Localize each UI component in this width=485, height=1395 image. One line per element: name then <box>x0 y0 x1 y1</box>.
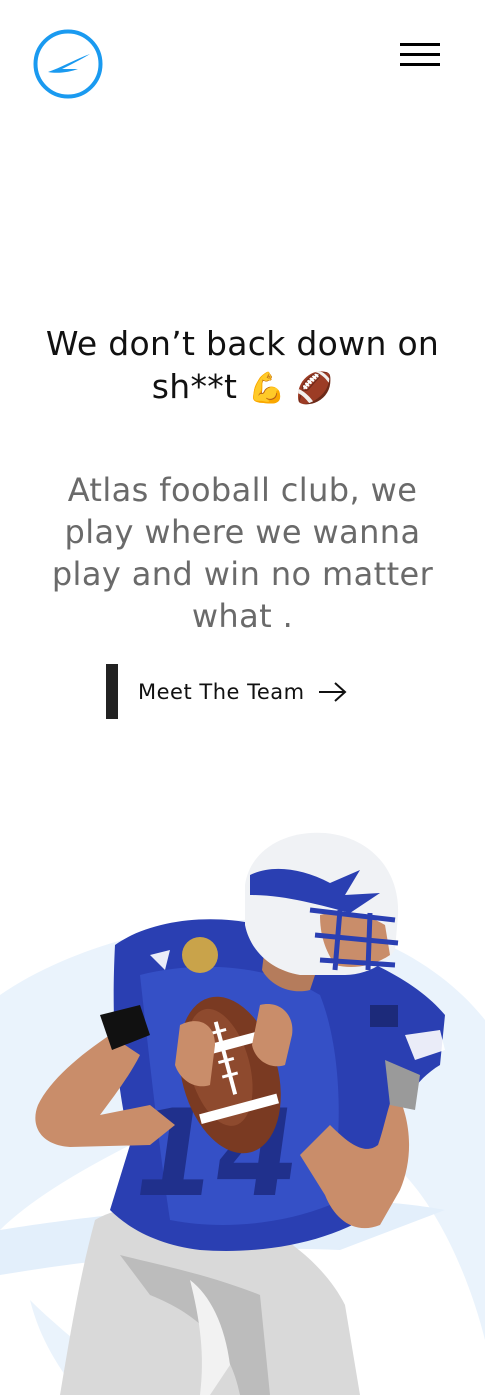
menu-line-bottom <box>400 63 440 66</box>
cta-accent-bar <box>106 664 118 719</box>
meet-the-team-button[interactable]: Meet The Team <box>106 664 349 719</box>
arrow-right-icon <box>318 681 347 702</box>
hero-headline: We don’t back down on sh**t 💪 🏈 <box>20 322 465 410</box>
headline-emoji: 💪 🏈 <box>248 371 334 406</box>
menu-line-top <box>400 43 440 46</box>
atlas-logo-icon <box>33 29 103 99</box>
logo-link[interactable] <box>32 28 104 100</box>
player-helmet <box>245 832 399 975</box>
hamburger-menu-button[interactable] <box>398 41 442 69</box>
football-player-image: 14 <box>35 832 445 1395</box>
headline-text: We don’t back down on sh**t <box>45 324 440 406</box>
menu-line-middle <box>400 53 440 56</box>
cta-label: Meet The Team <box>138 679 305 704</box>
hero-tagline: Atlas fooball club, we play where we wan… <box>51 471 434 635</box>
